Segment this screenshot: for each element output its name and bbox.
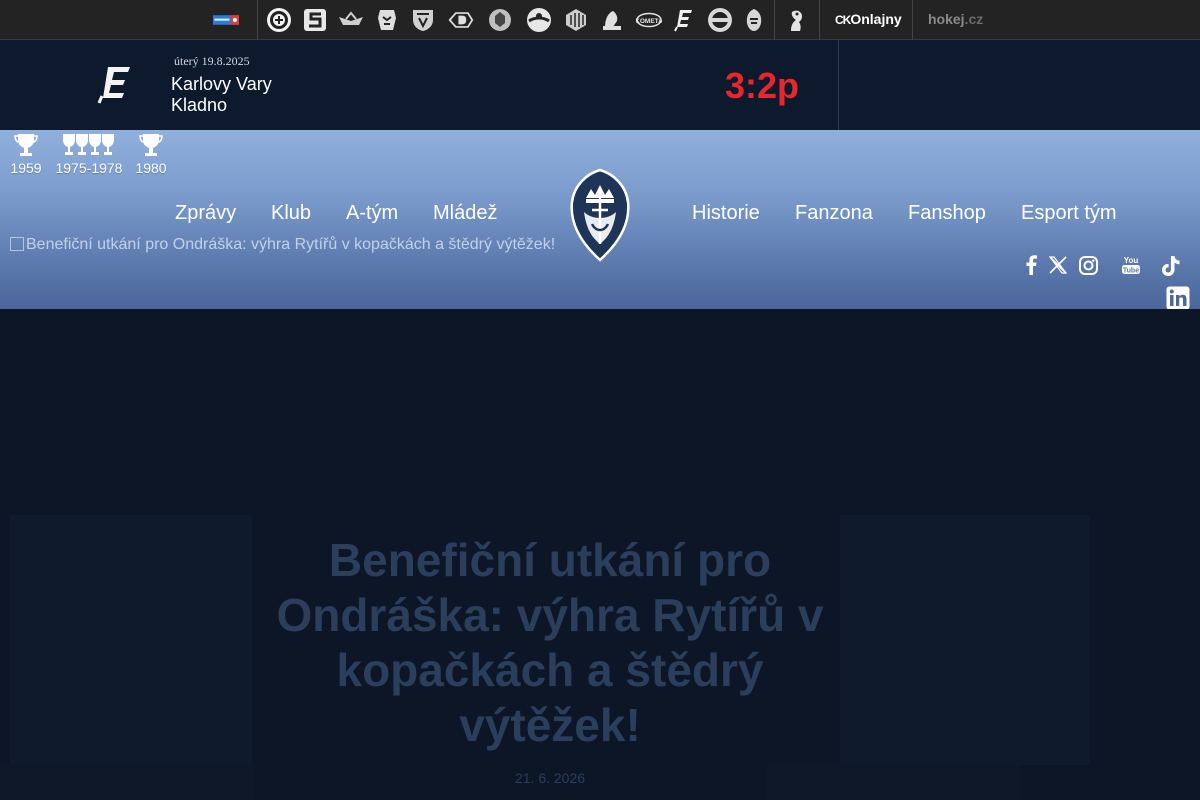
svg-text:You: You: [1124, 256, 1139, 265]
litvinov-logo[interactable]: [563, 7, 589, 33]
rytiri-kladno-knight-logo[interactable]: [566, 168, 634, 262]
hero-image-alt: Benefiční utkání pro Ondráška: výhra Ryt…: [26, 236, 556, 253]
kometa-brno-logo[interactable]: KOMETA: [635, 7, 663, 33]
broken-hero-image: Benefiční utkání pro Ondráška: výhra Ryt…: [10, 236, 555, 254]
hokej-cz-link[interactable]: hokej.cz: [928, 11, 983, 27]
trophies-icon: [63, 134, 114, 155]
bottom-card: [0, 765, 254, 800]
tiktok-icon[interactable]: [1160, 254, 1182, 278]
facebook-icon[interactable]: [1022, 254, 1040, 276]
trinec-logo[interactable]: [410, 7, 436, 33]
away-team: Kladno: [171, 95, 228, 115]
home-team: Karlovy Vary: [171, 74, 272, 94]
nav-a-tym[interactable]: A-tým: [346, 202, 398, 225]
bottom-card: [766, 765, 1020, 800]
trophy-1975-1978: 1975-1978: [54, 132, 124, 176]
trophy-1959: 1959: [10, 132, 42, 176]
linkedin-icon[interactable]: [1164, 285, 1192, 311]
side-card: [10, 515, 252, 765]
kladno-logo[interactable]: [487, 7, 513, 33]
nav-mladez[interactable]: Mládež: [433, 202, 497, 225]
sparta-logo[interactable]: [302, 7, 328, 33]
onlajny-prefix: CK: [835, 13, 851, 27]
broken-image-icon: [10, 237, 24, 251]
tipsport-extraliga-logo[interactable]: [207, 7, 245, 33]
match-score: 3:2p: [725, 65, 800, 106]
x-icon[interactable]: [1047, 254, 1069, 276]
nav-fanshop[interactable]: Fanshop: [908, 202, 986, 225]
trophy-icon: [14, 134, 38, 156]
trophy-year: 1980: [135, 160, 167, 176]
svg-text:KOMETA: KOMETA: [636, 18, 662, 25]
hokej-label: hokej: [928, 11, 965, 27]
trophy-icon: [139, 134, 163, 156]
czech-lion-logo[interactable]: [783, 7, 809, 33]
hokej-suffix: .cz: [964, 11, 984, 27]
svg-text:Tube: Tube: [1123, 267, 1139, 274]
youtube-icon[interactable]: You Tube: [1118, 254, 1144, 276]
trophy-year: 1975-1978: [55, 160, 123, 176]
nav-esport-tym[interactable]: Esport tým: [1021, 202, 1117, 225]
article-area: Benefiční utkání pro Ondráška: výhra Ryt…: [0, 309, 1200, 800]
nav-historie[interactable]: Historie: [692, 202, 760, 225]
pardubice-logo[interactable]: [446, 7, 476, 33]
onlajny-link[interactable]: CKOnlajny: [835, 11, 902, 27]
trophy-1980: 1980: [135, 132, 167, 176]
karlovy-vary-logo[interactable]: [671, 7, 697, 33]
trophy-year: 1959: [10, 160, 42, 176]
olomouc-logo[interactable]: [526, 7, 552, 33]
mlada-boleslav-logo[interactable]: [599, 7, 625, 33]
nav-klub[interactable]: Klub: [271, 202, 311, 225]
league-bar: KOMETA CKOnlajny hokej.cz: [0, 0, 1200, 40]
liberec-logo[interactable]: [374, 7, 400, 33]
onlajny-label: Onlajny: [850, 11, 902, 27]
match-date: úterý 19.8.2025: [174, 54, 250, 68]
nav-zpravy[interactable]: Zprávy: [175, 202, 236, 225]
vitkovice-logo[interactable]: [707, 7, 733, 33]
plzen-logo[interactable]: [741, 7, 767, 33]
karlovy-vary-logo: [96, 65, 132, 105]
site-header: 1959 1975-1978 1980 Zprávy Klub A-tým Ml…: [0, 130, 1200, 311]
article-title[interactable]: Benefiční utkání pro Ondráška: výhra Ryt…: [250, 533, 850, 753]
match-score-bar[interactable]: úterý 19.8.2025 Karlovy Vary Kladno 3:2p: [0, 40, 1200, 130]
side-card: [840, 515, 1090, 765]
article-date: 21. 6. 2026: [514, 770, 586, 786]
instagram-icon[interactable]: [1077, 254, 1099, 276]
hradec-kralove-logo[interactable]: [338, 7, 364, 33]
ceske-budejovice-logo[interactable]: [266, 7, 292, 33]
nav-fanzona[interactable]: Fanzona: [795, 202, 873, 225]
